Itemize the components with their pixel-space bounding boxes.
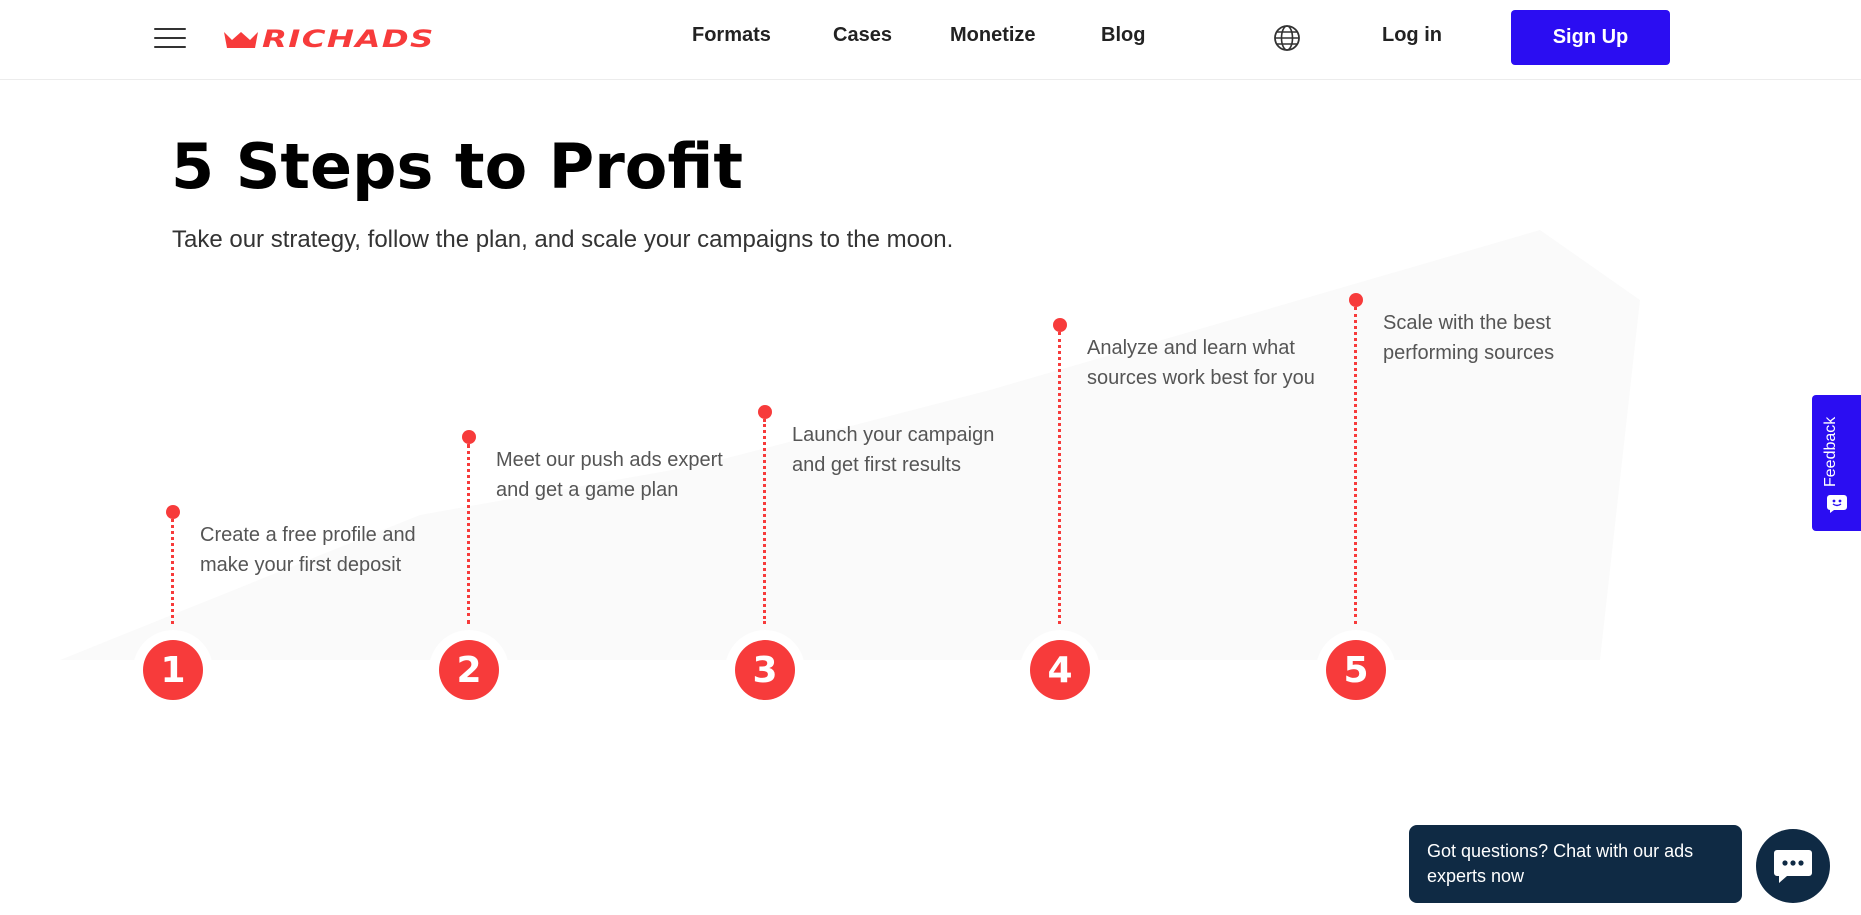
nav-link-cases[interactable]: Cases <box>833 24 892 47</box>
step-4-line <box>1058 332 1061 624</box>
hamburger-menu-icon[interactable] <box>154 26 186 50</box>
feedback-tab[interactable]: Feedback <box>1812 395 1861 531</box>
step-4-dot <box>1053 318 1067 332</box>
step-3-dot <box>758 405 772 419</box>
step-2-dot <box>462 430 476 444</box>
nav-link-formats[interactable]: Formats <box>692 24 771 47</box>
step-2-line <box>467 444 470 624</box>
top-navigation-bar: RICHADS Formats Cases Monetize Blog Log … <box>0 0 1861 80</box>
step-1-line <box>171 519 174 624</box>
step-3-text: Launch your campaign and get first resul… <box>792 424 995 476</box>
chat-launcher-button[interactable] <box>1756 829 1830 903</box>
step-5-dot <box>1349 293 1363 307</box>
step-3-line <box>763 419 766 624</box>
page: RICHADS Formats Cases Monetize Blog Log … <box>0 0 1861 915</box>
step-1-dot <box>166 505 180 519</box>
signup-button[interactable]: Sign Up <box>1511 10 1670 65</box>
globe-icon[interactable] <box>1273 24 1301 52</box>
step-4-number: 4 <box>1030 640 1090 700</box>
step-1-number: 1 <box>143 640 203 700</box>
richads-logo[interactable]: RICHADS <box>224 27 433 51</box>
step-3-number: 3 <box>735 640 795 700</box>
step-5-number: 5 <box>1326 640 1386 700</box>
nav-link-monetize[interactable]: Monetize <box>950 24 1036 47</box>
nav-link-blog[interactable]: Blog <box>1101 24 1145 47</box>
step-5-text: Scale with the best performing sources <box>1383 312 1555 364</box>
chat-dots-icon <box>1774 850 1812 883</box>
feedback-label: Feedback <box>1822 416 1839 487</box>
crown-logo-icon <box>224 32 258 48</box>
step-4-text: Analyze and learn what sources work best… <box>1087 337 1315 389</box>
step-5-line <box>1354 307 1357 624</box>
chat-prompt-bubble[interactable]: Got questions? Chat with our ads experts… <box>1409 825 1742 903</box>
step-2-number: 2 <box>439 640 499 700</box>
step-1-text: Create a free profile and make your firs… <box>200 524 416 576</box>
step-2-text: Meet our push ads expert and get a game … <box>496 449 723 501</box>
login-link[interactable]: Log in <box>1382 24 1442 47</box>
feedback-smile-icon <box>1827 495 1847 513</box>
page-title: 5 Steps to Profit <box>171 130 743 203</box>
logo-wordmark: RICHADS <box>262 25 435 53</box>
